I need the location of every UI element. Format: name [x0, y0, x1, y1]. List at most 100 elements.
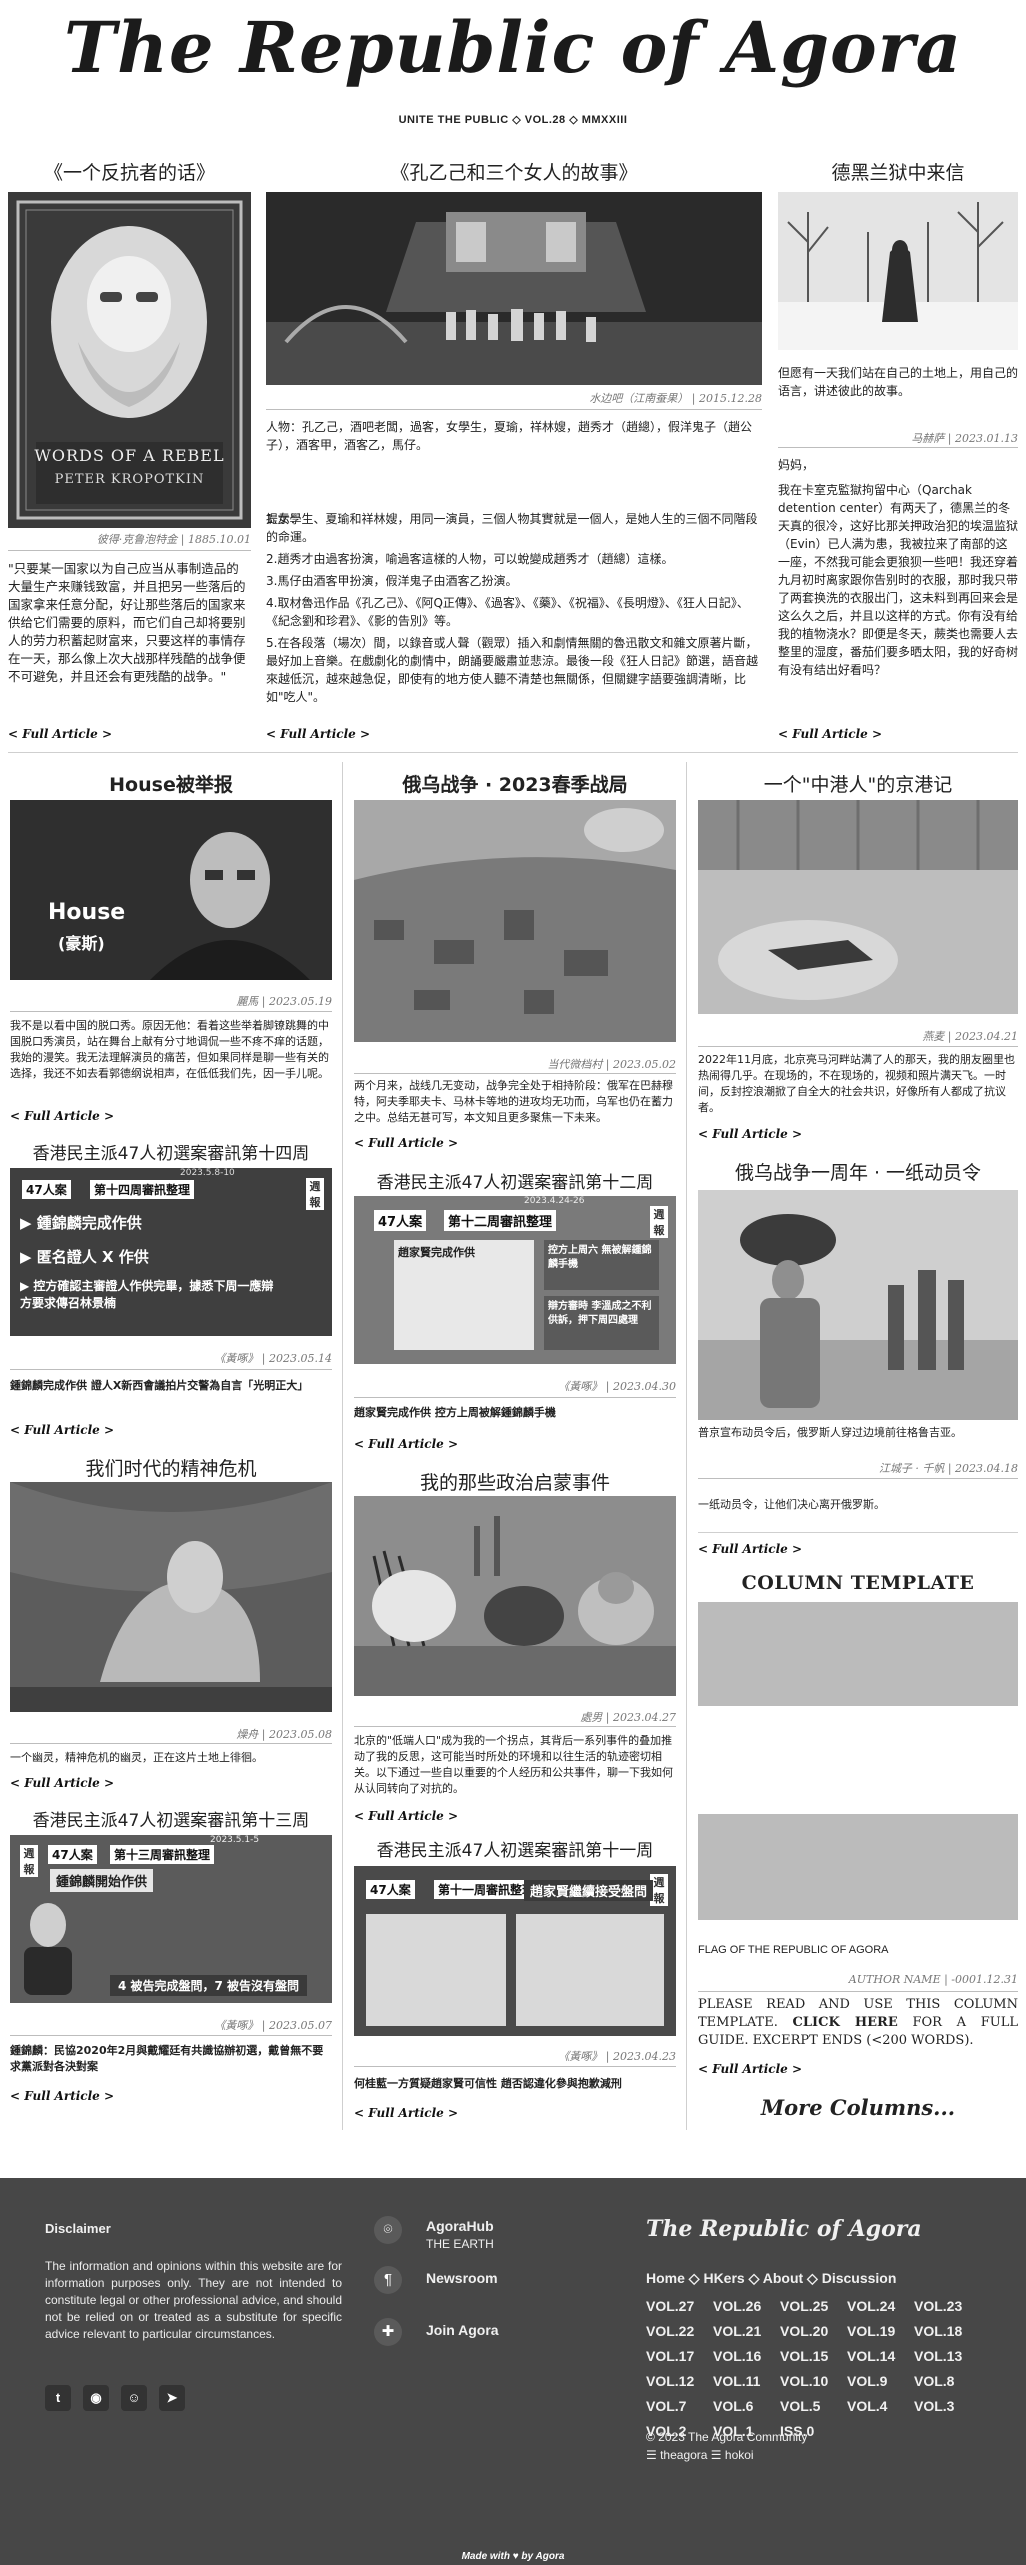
stage-photo[interactable]: [266, 192, 762, 385]
article-title-war[interactable]: 俄乌战争 · 2023春季战局: [354, 770, 676, 797]
trial-card-image[interactable]: 47人案 第十二周審訊整理 2023.4.24-26 週報 趙家賢完成作供 控方…: [354, 1196, 676, 1364]
card-box: 控方上周六 無被解鍾錦麟手機: [544, 1240, 659, 1290]
more-columns-link[interactable]: More Columns...: [698, 2095, 1018, 2120]
volume-link[interactable]: VOL.10: [780, 2369, 847, 2394]
click-here-link[interactable]: CLICK HERE: [793, 2015, 898, 2030]
article-title-mobilization[interactable]: 俄乌战争一周年 · 一纸动员令: [698, 1158, 1018, 1185]
volume-link[interactable]: VOL.5: [780, 2394, 847, 2419]
volume-link[interactable]: VOL.12: [646, 2369, 713, 2394]
full-article-link[interactable]: < Full Article >: [10, 1776, 114, 1790]
animals-photo[interactable]: [354, 1496, 676, 1696]
card-case-label: 47人案: [374, 1210, 427, 1231]
full-article-link[interactable]: < Full Article >: [10, 1423, 114, 1437]
full-article-link[interactable]: < Full Article >: [8, 727, 112, 741]
issue-line: UNITE THE PUBLIC ◇ VOL.28 ◇ MMXXIII: [398, 114, 628, 126]
volume-link[interactable]: VOL.22: [646, 2319, 713, 2344]
full-article-link[interactable]: < Full Article >: [354, 1136, 458, 1150]
site-title[interactable]: The Republic of Agora: [0, 6, 1026, 89]
article-title-enlightenment[interactable]: 我的那些政治启蒙事件: [354, 1468, 676, 1495]
full-article-link[interactable]: < Full Article >: [354, 2106, 458, 2120]
volume-link[interactable]: VOL.25: [780, 2294, 847, 2319]
article-credit: 燥舟 | 2023.05.08: [236, 1728, 332, 1741]
card-tag: 週報: [650, 1206, 668, 1238]
article-title-hk47-13[interactable]: 香港民主派47人初選案審訊第十三周: [10, 1806, 332, 1831]
volume-link[interactable]: VOL.11: [713, 2369, 780, 2394]
volume-link[interactable]: VOL.4: [847, 2394, 914, 2419]
card-footer: 4 被告完成盤問，7 被告沒有盤問: [110, 1975, 308, 1996]
article-credit: 《黃啄》 | 2023.05.14: [214, 1352, 332, 1365]
nav-discussion[interactable]: Discussion: [822, 2270, 897, 2286]
full-article-link[interactable]: < Full Article >: [698, 1127, 802, 1141]
snow-photo[interactable]: [778, 192, 1018, 350]
reddit-icon[interactable]: ☺: [121, 2385, 147, 2411]
article-title-hk47-11[interactable]: 香港民主派47人初選案審訊第十一周: [354, 1836, 676, 1861]
footer-handles[interactable]: ☰ theagora ☰ hokoi: [646, 2446, 807, 2464]
article-title-rebel[interactable]: 《一个反抗者的话》: [8, 158, 251, 185]
volume-link[interactable]: VOL.6: [713, 2394, 780, 2419]
divider: [698, 1046, 1018, 1047]
volume-link[interactable]: VOL.19: [847, 2319, 914, 2344]
full-article-link[interactable]: < Full Article >: [698, 1542, 802, 1556]
painting-image[interactable]: [10, 1482, 332, 1712]
nav-home[interactable]: Home: [646, 2270, 685, 2286]
article-credit: 马赫萨 | 2023.01.13: [911, 432, 1018, 445]
card-date: 2023.5.8-10: [180, 1168, 235, 1178]
war-aerial-photo[interactable]: [354, 800, 676, 1042]
volume-link[interactable]: VOL.3: [914, 2394, 981, 2419]
telegram-icon[interactable]: ➤: [159, 2385, 185, 2411]
trial-card-image[interactable]: 47人案 第十一周審訊整理 週報 趙家賢繼續接受盤問: [354, 1866, 676, 2036]
card-subtitle: 鍾錦麟開始作供: [50, 1869, 154, 1892]
full-article-link[interactable]: < Full Article >: [778, 727, 882, 741]
article-excerpt: 我不是以看中国的脱口秀。原因无他：看着这些举着脚镣跳舞的中国脱口秀演员，站在舞台…: [10, 1019, 329, 1080]
article-title-crisis[interactable]: 我们时代的精神危机: [10, 1454, 332, 1481]
article-title-hk-beijing[interactable]: 一个"中港人"的京港记: [698, 770, 1018, 797]
volume-link[interactable]: VOL.9: [847, 2369, 914, 2394]
volume-link[interactable]: VOL.27: [646, 2294, 713, 2319]
volume-link[interactable]: VOL.7: [646, 2394, 713, 2419]
full-article-link[interactable]: < Full Article >: [266, 727, 370, 741]
footer-link-label[interactable]: Newsroom: [426, 2270, 498, 2286]
github-icon[interactable]: ◉: [83, 2385, 109, 2411]
footer-brand[interactable]: The Republic of Agora: [646, 2216, 922, 2242]
article-title-kongyiji[interactable]: 《孔乙己和三个女人的故事》: [266, 158, 762, 185]
full-article-link[interactable]: < Full Article >: [354, 1437, 458, 1451]
volume-link[interactable]: VOL.14: [847, 2344, 914, 2369]
trial-card-image[interactable]: 47人案 第十四周審訊整理 2023.5.8-10 週報 ▶ 鍾錦麟完成作供 ▶…: [10, 1168, 332, 1336]
volume-link[interactable]: VOL.16: [713, 2344, 780, 2369]
footer-link-label[interactable]: AgoraHub: [426, 2218, 494, 2234]
full-article-link[interactable]: < Full Article >: [698, 2062, 802, 2076]
protest-photo[interactable]: [698, 800, 1018, 1014]
volume-link[interactable]: VOL.17: [646, 2344, 713, 2369]
full-article-link[interactable]: < Full Article >: [354, 1809, 458, 1823]
divider: [354, 1726, 676, 1727]
card-tag: 週報: [20, 1845, 38, 1877]
full-article-link[interactable]: < Full Article >: [10, 1109, 114, 1123]
volume-link[interactable]: VOL.23: [914, 2294, 981, 2319]
trial-card-image[interactable]: 週報 47人案 第十三周審訊整理 2023.5.1-5 鍾錦麟開始作供 4 被告…: [10, 1835, 332, 2003]
article-title-house[interactable]: House被举报: [10, 770, 332, 797]
volume-link[interactable]: VOL.21: [713, 2319, 780, 2344]
house-photo[interactable]: House (豪斯): [10, 800, 332, 980]
twitter-icon[interactable]: t: [45, 2385, 71, 2411]
volume-link[interactable]: VOL.20: [780, 2319, 847, 2344]
column-template-title[interactable]: COLUMN TEMPLATE: [698, 1572, 1018, 1594]
article-title-hk47-14[interactable]: 香港民主派47人初選案審訊第十四周: [10, 1139, 332, 1164]
volume-link[interactable]: VOL.24: [847, 2294, 914, 2319]
volume-link[interactable]: VOL.15: [780, 2344, 847, 2369]
volume-link[interactable]: VOL.8: [914, 2369, 981, 2394]
book-cover-image[interactable]: Words of a Rebel Peter Kropotkin: [8, 192, 251, 528]
full-article-link[interactable]: < Full Article >: [10, 2089, 114, 2103]
card-week-label: 第十四周審訊整理: [90, 1180, 195, 1199]
footer-link-label[interactable]: Join Agora: [426, 2322, 499, 2338]
divider: [698, 1991, 1018, 1992]
mobilization-photo[interactable]: [698, 1190, 1018, 1420]
volume-link[interactable]: VOL.18: [914, 2319, 981, 2344]
nav-about[interactable]: About: [763, 2270, 803, 2286]
article-title-hk47-12[interactable]: 香港民主派47人初選案審訊第十二周: [354, 1168, 676, 1193]
article-title-tehran[interactable]: 德黑兰狱中来信: [778, 158, 1018, 185]
nav-hkers[interactable]: HKers: [703, 2270, 744, 2286]
volume-link[interactable]: VOL.26: [713, 2294, 780, 2319]
card-box: 辯方審時 李溫成之不利供訴，押下周四處理: [544, 1296, 659, 1350]
article-excerpt: 一纸动员令，让他们决心离开俄罗斯。: [698, 1498, 885, 1511]
volume-link[interactable]: VOL.13: [914, 2344, 981, 2369]
